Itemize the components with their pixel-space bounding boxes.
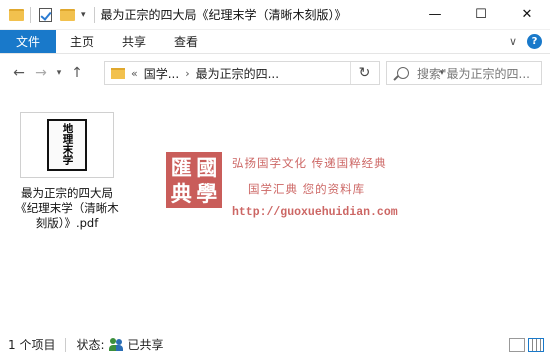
properties-icon[interactable]	[37, 7, 53, 23]
details-view-button[interactable]	[509, 337, 525, 352]
up-button[interactable]: ↑	[66, 61, 88, 85]
close-button[interactable]: ✕	[504, 0, 550, 30]
book-cover: 地理末学	[47, 119, 87, 171]
seal-char: 匯	[170, 155, 192, 180]
watermark-url: http://guoxuehuidian.com	[232, 206, 398, 219]
watermark-slogan: 弘扬国学文化 传递国粹经典	[232, 156, 387, 170]
status-value: 已共享	[127, 338, 164, 352]
breadcrumb-item[interactable]: 国学...	[144, 65, 179, 82]
seal-char: 學	[196, 181, 218, 206]
recent-locations-chevron-icon[interactable]: ▾	[52, 61, 66, 85]
tab-home[interactable]: 主页	[56, 30, 108, 53]
window-title: 最为正宗的四大局《纪理末学（清晰木刻版）》	[100, 8, 347, 22]
quick-access-toolbar: ▾	[8, 6, 101, 23]
seal-char: 國	[196, 155, 218, 180]
divider	[30, 6, 31, 23]
status-label: 状态:	[76, 338, 105, 352]
breadcrumb-separator-icon[interactable]: ›	[185, 67, 189, 80]
tab-share[interactable]: 共享	[108, 30, 160, 53]
shared-users-icon	[108, 338, 124, 351]
back-button[interactable]: ←	[8, 61, 30, 85]
divider	[65, 337, 67, 352]
pdf-thumbnail: 地理末学	[20, 112, 114, 178]
file-item[interactable]: 地理末学 最为正宗的四大局《纪理末学（清晰木刻版）》.pdf	[15, 112, 119, 231]
breadcrumb-item[interactable]: 最为正宗的四...	[196, 65, 279, 82]
status-bar: 1 个项目 状态: 已共享	[0, 332, 550, 357]
address-bar[interactable]: « 国学... › 最为正宗的四... ▾	[104, 61, 444, 85]
forward-button[interactable]: →	[30, 61, 52, 85]
new-folder-icon[interactable]	[59, 7, 75, 23]
search-input[interactable]: 搜索"最为正宗的四...	[386, 61, 542, 85]
folder-icon	[111, 67, 125, 79]
search-placeholder: 搜索"最为正宗的四...	[417, 66, 530, 81]
customize-toolbar-chevron-icon[interactable]: ▾	[81, 10, 86, 20]
large-icons-view-button[interactable]	[528, 337, 544, 352]
thumbnail-title: 地理末学	[61, 123, 74, 165]
tab-view[interactable]: 查看	[160, 30, 212, 53]
file-name: 最为正宗的四大局《纪理末学（清晰木刻版）》.pdf	[15, 186, 119, 230]
ribbon-tabs: 文件 主页 共享 查看 ∨ ?	[0, 30, 550, 54]
tab-file[interactable]: 文件	[0, 30, 57, 53]
seal-char: 典	[170, 181, 192, 206]
folder-icon	[8, 7, 24, 23]
divider	[93, 6, 95, 23]
navigation-bar: ← → ▾ ↑ « 国学... › 最为正宗的四... ▾ ↻ 搜索"最为正宗的…	[0, 55, 550, 91]
watermark: 匯 國 典 學 弘扬国学文化 传递国粹经典 国学汇典 您的资料库 http://…	[166, 152, 398, 219]
search-icon	[397, 67, 409, 79]
overflow-icon[interactable]: «	[131, 67, 138, 80]
title-bar: ▾ 最为正宗的四大局《纪理末学（清晰木刻版）》 — ☐ ✕	[0, 0, 550, 30]
minimize-button[interactable]: —	[412, 0, 458, 30]
refresh-button[interactable]: ↻	[350, 62, 378, 84]
help-icon[interactable]: ?	[527, 34, 542, 49]
item-count: 1 个项目	[8, 338, 56, 352]
watermark-seal: 匯 國 典 學	[166, 152, 222, 208]
watermark-tagline: 国学汇典 您的资料库	[248, 182, 366, 196]
expand-ribbon-chevron-icon[interactable]: ∨	[509, 35, 517, 48]
maximize-button[interactable]: ☐	[458, 0, 504, 30]
